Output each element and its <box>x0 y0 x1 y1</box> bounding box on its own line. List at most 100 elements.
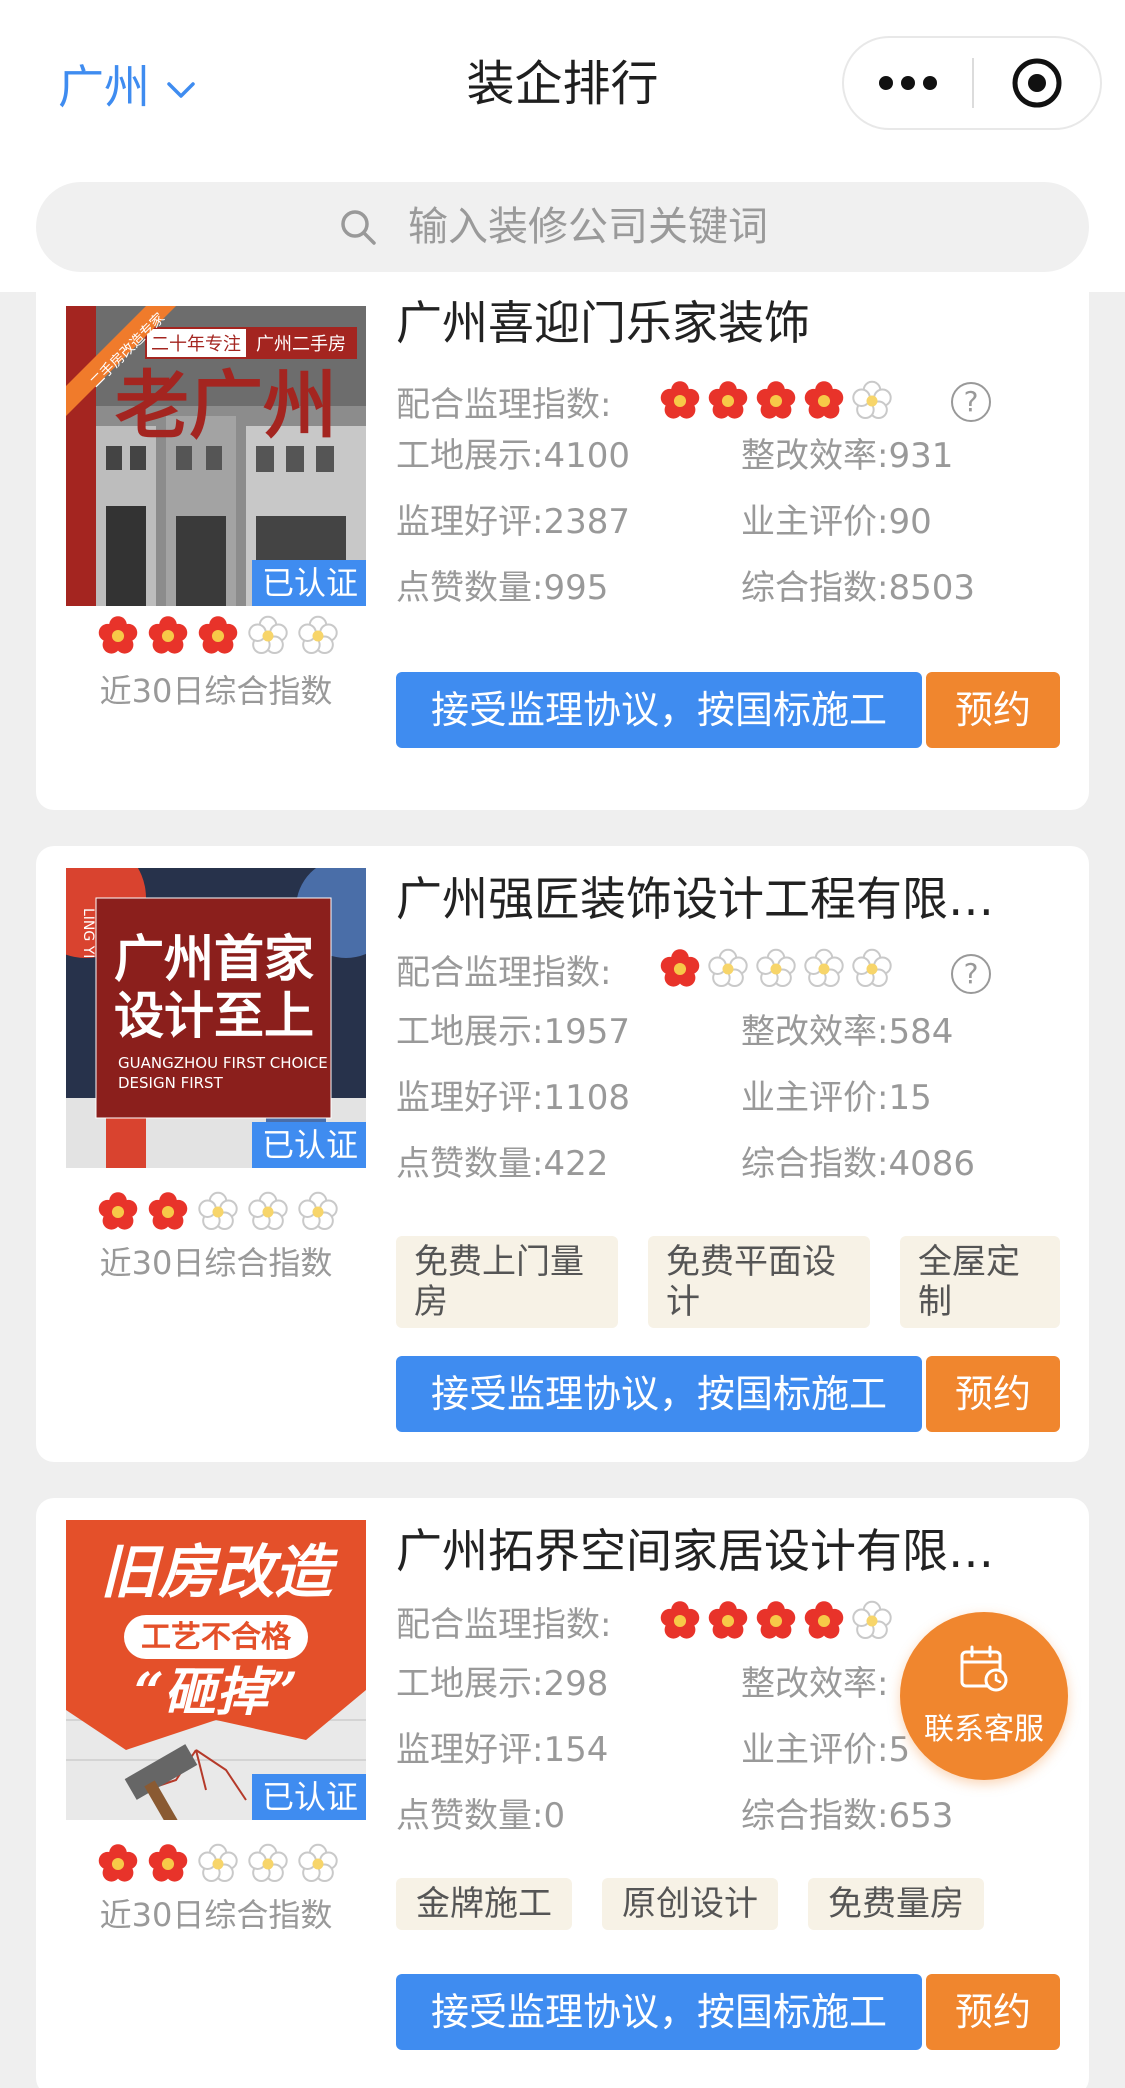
stat-site-show: 工地展示:298 <box>396 1664 609 1704</box>
image-big: 旧房改造 <box>100 1538 338 1606</box>
agree-standard-button[interactable]: 接受监理协议，按国标施工 <box>396 1356 922 1432</box>
filled-flower-icon <box>660 949 700 987</box>
recent-index-label: 近30日综合指数 <box>99 1896 333 1934</box>
company-name[interactable]: 广州喜迎门乐家装饰 <box>396 280 1056 366</box>
recent-stars <box>96 614 340 658</box>
monitor-index-row: 配合监理指数: <box>396 1596 894 1646</box>
agree-standard-button[interactable]: 接受监理协议，按国标施工 <box>396 672 922 748</box>
stat-likes: 点赞数量:0 <box>396 1796 566 1836</box>
filled-flower-icon <box>198 616 238 654</box>
company-card[interactable]: 二十年专注 广州二手房 老广州 二手房改造专家 已认证 近30日综合指数 广州喜… <box>36 262 1089 810</box>
feature-tags: 金牌施工 原创设计 免费量房 <box>396 1878 984 1930</box>
help-icon[interactable]: ? <box>951 382 991 422</box>
monitor-index-row: 配合监理指数: <box>396 944 894 994</box>
recent-index-label: 近30日综合指数 <box>99 1244 333 1282</box>
company-name[interactable]: 广州拓界空间家居设计有限… <box>396 1508 1056 1594</box>
stat-rectify: 整改效率: <box>741 1664 889 1704</box>
image-big: 老广州 <box>115 363 337 449</box>
monitor-index-label: 配合监理指数: <box>396 952 612 993</box>
company-image[interactable]: 二十年专注 广州二手房 老广州 二手房改造专家 已认证 <box>66 306 366 606</box>
image-side: LING YI <box>80 908 96 958</box>
empty-flower-icon <box>298 615 338 655</box>
filled-flower-icon <box>756 1601 796 1639</box>
company-image[interactable]: 旧房改造 工艺不合格 “砸掉” 已认证 <box>66 1520 366 1820</box>
filled-flower-icon <box>804 381 844 419</box>
empty-flower-icon <box>248 1191 288 1231</box>
filled-flower-icon <box>804 1601 844 1639</box>
book-button[interactable]: 预约 <box>926 1974 1060 2050</box>
stat-likes: 点赞数量:995 <box>396 568 609 608</box>
close-miniprogram-icon[interactable] <box>974 38 1100 128</box>
stat-overall: 综合指数:653 <box>741 1796 954 1836</box>
search-icon <box>336 205 380 249</box>
feature-tag: 免费上门量房 <box>396 1236 618 1328</box>
image-line2: 广州二手房 <box>256 334 346 355</box>
feature-tag: 原创设计 <box>602 1878 778 1930</box>
mini-program-capsule <box>842 36 1102 130</box>
image-en1: GUANGZHOU FIRST CHOICE <box>118 1054 328 1072</box>
image-line1: 二十年专注 <box>151 334 241 355</box>
stat-praise: 监理好评:2387 <box>396 502 630 542</box>
more-icon[interactable] <box>844 38 972 128</box>
monitor-stars <box>658 947 894 991</box>
filled-flower-icon <box>148 1192 188 1230</box>
company-card[interactable]: 旧房改造 工艺不合格 “砸掉” 已认证 近30日综合指数 广州拓界空间家居设计有… <box>36 1498 1089 2088</box>
empty-flower-icon <box>198 1843 238 1883</box>
image-big1: 广州首家 <box>114 930 314 988</box>
filled-flower-icon <box>98 1844 138 1882</box>
monitor-stars <box>658 1599 894 1643</box>
stat-owner: 业主评价:15 <box>741 1078 932 1118</box>
search-bar[interactable] <box>36 182 1089 272</box>
filled-flower-icon <box>98 616 138 654</box>
company-name[interactable]: 广州强匠装饰设计工程有限… <box>396 856 1056 942</box>
stat-owner: 业主评价:90 <box>741 502 932 542</box>
empty-flower-icon <box>248 1843 288 1883</box>
stat-likes: 点赞数量:422 <box>396 1144 609 1184</box>
calendar-clock-icon <box>958 1644 1010 1696</box>
contact-service-button[interactable]: 联系客服 <box>900 1612 1068 1780</box>
book-button[interactable]: 预约 <box>926 1356 1060 1432</box>
stat-praise: 监理好评:154 <box>396 1730 609 1770</box>
monitor-index-row: 配合监理指数: <box>396 376 894 426</box>
stat-rectify: 整改效率:931 <box>741 436 954 476</box>
image-sub: 工艺不合格 <box>141 1620 292 1655</box>
book-button[interactable]: 预约 <box>926 672 1060 748</box>
empty-flower-icon <box>804 948 844 988</box>
stat-overall: 综合指数:8503 <box>741 568 975 608</box>
agree-standard-button[interactable]: 接受监理协议，按国标施工 <box>396 1974 922 2050</box>
feature-tag: 金牌施工 <box>396 1878 572 1930</box>
help-icon[interactable]: ? <box>951 954 991 994</box>
stat-overall: 综合指数:4086 <box>741 1144 975 1184</box>
recent-index-label: 近30日综合指数 <box>99 672 333 710</box>
stat-praise: 监理好评:1108 <box>396 1078 630 1118</box>
filled-flower-icon <box>660 381 700 419</box>
feature-tag: 全屋定制 <box>900 1236 1060 1328</box>
monitor-stars <box>658 379 894 423</box>
recent-stars <box>96 1190 340 1234</box>
empty-flower-icon <box>852 1600 892 1640</box>
top-bar: 广州 装企排行 <box>0 0 1125 292</box>
empty-flower-icon <box>298 1191 338 1231</box>
certified-badge: 已认证 <box>251 1774 366 1820</box>
certified-badge: 已认证 <box>251 560 366 606</box>
company-image[interactable]: 广州首家 设计至上 GUANGZHOU FIRST CHOICE DESIGN … <box>66 868 366 1168</box>
image-quote: “砸掉” <box>134 1662 298 1723</box>
filled-flower-icon <box>98 1192 138 1230</box>
feature-tag: 免费量房 <box>808 1878 984 1930</box>
feature-tags: 免费上门量房 免费平面设计 全屋定制 <box>396 1236 1060 1328</box>
feature-tag: 免费平面设计 <box>648 1236 870 1328</box>
stat-site-show: 工地展示:4100 <box>396 436 630 476</box>
stat-owner: 业主评价:5 <box>741 1730 911 1770</box>
empty-flower-icon <box>198 1191 238 1231</box>
filled-flower-icon <box>708 381 748 419</box>
certified-badge: 已认证 <box>251 1122 366 1168</box>
company-card[interactable]: 广州首家 设计至上 GUANGZHOU FIRST CHOICE DESIGN … <box>36 846 1089 1462</box>
image-en2: DESIGN FIRST <box>118 1074 224 1092</box>
search-input[interactable] <box>408 204 1008 250</box>
monitor-index-label: 配合监理指数: <box>396 1604 612 1645</box>
empty-flower-icon <box>852 380 892 420</box>
empty-flower-icon <box>852 948 892 988</box>
empty-flower-icon <box>756 948 796 988</box>
filled-flower-icon <box>660 1601 700 1639</box>
filled-flower-icon <box>756 381 796 419</box>
